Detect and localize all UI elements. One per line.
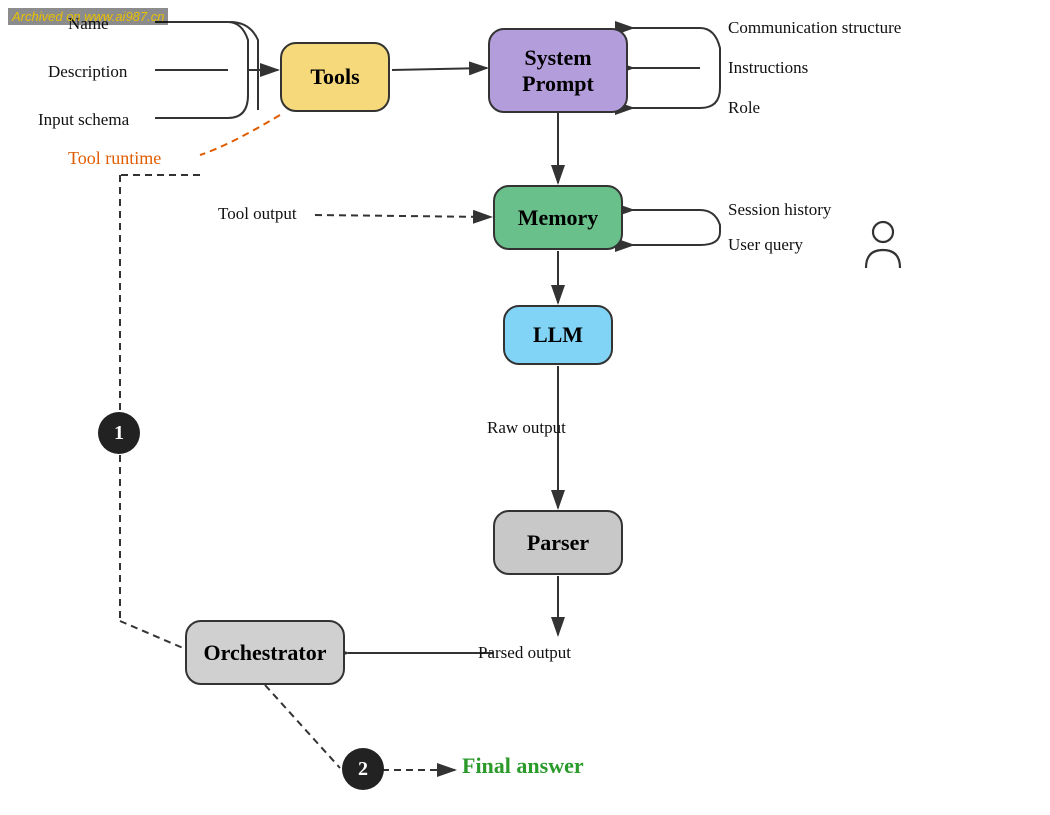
input-schema-label: Input schema: [38, 110, 129, 130]
session-history-label: Session history: [728, 200, 831, 220]
communication-structure-label: Communication structure: [728, 18, 901, 38]
system-prompt-label: SystemPrompt: [522, 45, 594, 97]
tool-runtime-label: Tool runtime: [68, 148, 161, 169]
raw-output-label: Raw output: [487, 418, 566, 438]
system-prompt-node: SystemPrompt: [488, 28, 628, 113]
tools-node: Tools: [280, 42, 390, 112]
badge-1: 1: [98, 412, 140, 454]
watermark: Archived on www.ai987.cn: [8, 8, 168, 25]
memory-label: Memory: [518, 205, 599, 231]
parsed-output-label: Parsed output: [478, 643, 571, 663]
tool-output-label: Tool output: [218, 204, 297, 224]
person-icon: [858, 218, 908, 273]
orchestrator-label: Orchestrator: [204, 640, 327, 666]
final-answer-label: Final answer: [462, 753, 584, 779]
arrows-svg: [0, 0, 1050, 815]
user-query-label: User query: [728, 235, 803, 255]
instructions-label: Instructions: [728, 58, 808, 78]
orchestrator-node: Orchestrator: [185, 620, 345, 685]
llm-label: LLM: [533, 322, 583, 348]
parser-node: Parser: [493, 510, 623, 575]
role-label: Role: [728, 98, 760, 118]
parser-label: Parser: [527, 530, 589, 556]
tools-label: Tools: [310, 64, 359, 90]
memory-node: Memory: [493, 185, 623, 250]
description-label: Description: [48, 62, 127, 82]
diagram: Tools SystemPrompt Memory LLM Parser Orc…: [0, 0, 1050, 815]
badge-2: 2: [342, 748, 384, 790]
llm-node: LLM: [503, 305, 613, 365]
